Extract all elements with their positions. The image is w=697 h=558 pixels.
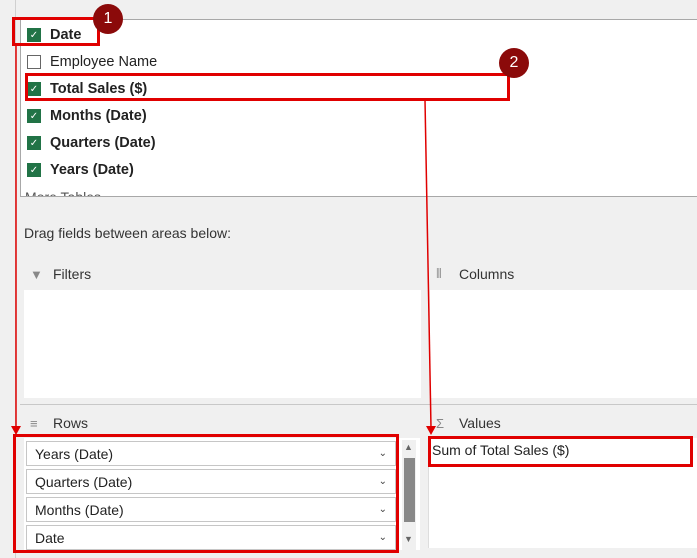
annotation-arrows <box>11 46 436 435</box>
arrow-head-2 <box>426 426 436 435</box>
step-badge-2: 2 <box>499 48 529 78</box>
step-badge-1: 1 <box>93 4 123 34</box>
arrow-head-1 <box>11 426 21 435</box>
arrow-line-2 <box>424 99 432 429</box>
